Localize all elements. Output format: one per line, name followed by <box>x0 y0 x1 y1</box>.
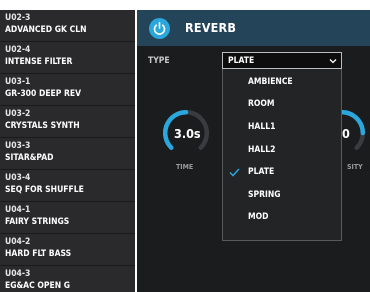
type-select-value: PLATE <box>228 56 255 66</box>
effect-header: REVERB <box>137 10 370 46</box>
type-dropdown-menu: AMBIENCE ROOM HALL1 HALL2 PLATE SPRING M… <box>222 69 342 241</box>
patch-name: INTENSE FILTER <box>5 57 73 67</box>
patch-item[interactable]: U02-3 ADVANCED GK CLN <box>0 10 135 42</box>
patch-code: U02-4 <box>5 45 31 55</box>
option-label: HALL1 <box>248 122 276 132</box>
option-label: AMBIENCE <box>248 77 293 87</box>
patch-name: ADVANCED GK CLN <box>5 25 87 35</box>
option-label: PLATE <box>248 167 275 177</box>
dropdown-option-ambience[interactable]: AMBIENCE <box>223 72 341 94</box>
time-label: TIME <box>176 163 194 171</box>
patch-code: U03-3 <box>5 141 31 151</box>
patch-code: U04-1 <box>5 205 31 215</box>
effect-panel: REVERB TYPE PLATE 3.0s TIME 0 SITY AMBIE… <box>137 10 370 292</box>
type-label: TYPE <box>148 56 170 66</box>
option-label: HALL2 <box>248 145 276 155</box>
patch-name: HARD FLT BASS <box>5 249 72 259</box>
type-select[interactable]: PLATE <box>222 52 342 69</box>
patch-item[interactable]: U03-3 SITAR&PAD <box>0 138 135 170</box>
patch-item[interactable]: U02-4 INTENSE FILTER <box>0 42 135 74</box>
patch-code: U03-2 <box>5 109 31 119</box>
effect-title: REVERB <box>185 20 237 35</box>
dropdown-option-spring[interactable]: SPRING <box>223 185 341 207</box>
patch-name: EG&AC OPEN G <box>5 281 71 291</box>
patch-name: SITAR&PAD <box>5 153 54 163</box>
patch-item[interactable]: U03-1 GR-300 DEEP REV <box>0 74 135 106</box>
option-label: MOD <box>248 212 269 222</box>
patch-name: CRYSTALS SYNTH <box>5 121 80 131</box>
option-label: ROOM <box>248 99 275 109</box>
patch-name: FAIRY STRINGS <box>5 217 70 227</box>
patch-item[interactable]: U03-2 CRYSTALS SYNTH <box>0 106 135 138</box>
patch-code: U03-4 <box>5 173 31 183</box>
chevron-down-icon <box>329 59 337 64</box>
power-icon[interactable] <box>149 18 170 39</box>
time-value: 3.0s <box>174 126 201 141</box>
patch-code: U03-1 <box>5 77 31 87</box>
patch-name: SEQ FOR SHUFFLE <box>5 185 84 195</box>
patch-item[interactable]: U04-1 FAIRY STRINGS <box>0 202 135 234</box>
checkmark-icon <box>229 168 240 177</box>
dropdown-option-plate[interactable]: PLATE <box>223 162 341 184</box>
density-label: SITY <box>347 163 363 171</box>
patch-code: U04-3 <box>5 269 31 279</box>
density-value: 0 <box>342 126 350 141</box>
dropdown-option-mod[interactable]: MOD <box>223 207 341 229</box>
dropdown-option-hall1[interactable]: HALL1 <box>223 117 341 139</box>
dropdown-option-hall2[interactable]: HALL2 <box>223 140 341 162</box>
patch-item[interactable]: U04-3 EG&AC OPEN G <box>0 266 135 292</box>
patch-code: U04-2 <box>5 237 31 247</box>
patch-item[interactable]: U04-2 HARD FLT BASS <box>0 234 135 266</box>
dropdown-option-room[interactable]: ROOM <box>223 94 341 116</box>
patch-name: GR-300 DEEP REV <box>5 89 82 99</box>
patch-item[interactable]: U03-4 SEQ FOR SHUFFLE <box>0 170 135 202</box>
patch-code: U02-3 <box>5 13 31 23</box>
option-label: SPRING <box>248 190 281 200</box>
patch-list: U02-3 ADVANCED GK CLN U02-4 INTENSE FILT… <box>0 10 135 292</box>
